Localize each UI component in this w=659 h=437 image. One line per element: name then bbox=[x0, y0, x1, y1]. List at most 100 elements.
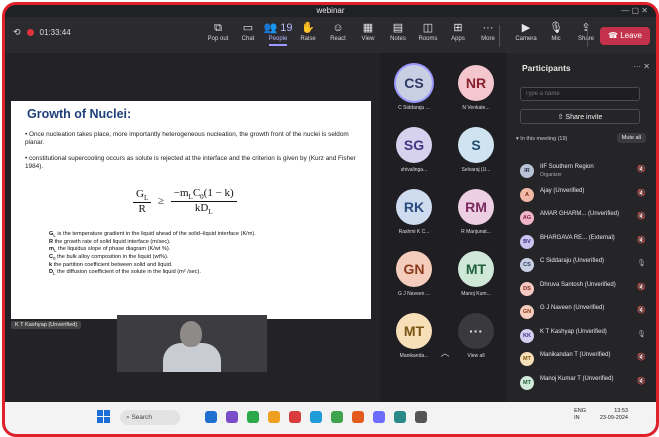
toolbar-chat-button[interactable]: ▭ Chat bbox=[231, 20, 265, 42]
presenter-video bbox=[117, 315, 267, 372]
avatar: MT bbox=[458, 251, 494, 287]
participant-name: Ajay (Unverified) bbox=[540, 187, 585, 194]
participant-name: IIF Southern Region bbox=[540, 164, 594, 170]
video-tile-name: N Venkate... bbox=[462, 105, 490, 111]
taskbar-app-icon[interactable] bbox=[247, 411, 259, 423]
toolbar-camera-button[interactable]: ▶ Camera bbox=[509, 20, 543, 42]
taskbar-app-icon[interactable] bbox=[394, 411, 406, 423]
participant-name: K T Kashyap (Unverified) bbox=[540, 328, 607, 335]
video-tile-name: Rashmi K C... bbox=[398, 229, 430, 235]
mic-muted-icon: 🔇 bbox=[637, 236, 646, 244]
toolbar-button-label: Camera bbox=[515, 36, 537, 42]
toolbar-button-label: Rooms bbox=[418, 36, 438, 42]
participant-search-input[interactable] bbox=[520, 87, 640, 101]
toolbar-apps-button[interactable]: ⊞ Apps bbox=[441, 20, 475, 42]
windows-start-icon[interactable] bbox=[97, 410, 111, 424]
participant-name: BHARGAVA RE... (External) bbox=[540, 234, 615, 241]
video-tile-name: G J Naveen ... bbox=[398, 291, 430, 297]
mic-on-icon: 🎙 bbox=[637, 330, 646, 338]
toolbar-react-button[interactable]: ☺ React bbox=[321, 20, 355, 42]
toolbar-notes-button[interactable]: ▤ Notes bbox=[381, 20, 415, 42]
taskbar-app-icon[interactable] bbox=[352, 411, 364, 423]
gallery-scroll-up-icon[interactable]: ︿ bbox=[390, 346, 500, 360]
taskbar-app-icon[interactable] bbox=[373, 411, 385, 423]
participant-row[interactable]: DS Dhruva Santosh (Unverified) 🔇 bbox=[520, 281, 652, 299]
avatar: NR bbox=[458, 65, 494, 101]
taskbar-app-icon[interactable] bbox=[310, 411, 322, 423]
participant-row[interactable]: GN G J Naveen (Unverified) 🔇 bbox=[520, 304, 652, 322]
participant-row[interactable]: AG AMAR GHARM... (Unverified) 🔇 bbox=[520, 210, 652, 228]
taskbar-app-icon[interactable] bbox=[268, 411, 280, 423]
participant-row[interactable]: BV BHARGAVA RE... (External) 🔇 bbox=[520, 234, 652, 252]
toolbar-view-button[interactable]: ▦ View bbox=[351, 20, 385, 42]
toolbar-share-button[interactable]: ⇪ Share bbox=[569, 20, 603, 42]
avatar: KK bbox=[520, 328, 534, 343]
language-indicator[interactable]: ENG IN bbox=[574, 408, 586, 422]
toolbar-button-label: Apps bbox=[451, 36, 465, 42]
participant-row[interactable]: IR IIF Southern Region Organizer 🔇 bbox=[520, 163, 652, 181]
participant-name: C Siddaraju (Unverified) bbox=[540, 258, 605, 264]
video-tile[interactable]: RM R Manjunat... bbox=[450, 183, 502, 245]
mic-muted-icon: 🔇 bbox=[637, 189, 646, 197]
toolbar-pop-out-button[interactable]: ⧉ Pop out bbox=[201, 20, 235, 42]
participant-row[interactable]: A Ajay (Unverified) 🔇 bbox=[520, 187, 652, 205]
panel-header-icons[interactable]: ··· ✕ bbox=[633, 62, 650, 71]
video-tile[interactable]: RK Rashmi K C... bbox=[388, 183, 440, 245]
window-controls[interactable]: — ▢ ✕ bbox=[621, 5, 648, 17]
taskbar-app-icon[interactable] bbox=[289, 411, 301, 423]
meeting-toolbar: ⟲ 01:33:44 ⧉ Pop out ▭ Chat 👥 19 People ✋ Raise… bbox=[5, 17, 656, 53]
participant-row[interactable]: KK K T Kashyap (Unverified) 🎙 bbox=[520, 328, 652, 346]
avatar: GN bbox=[520, 305, 534, 319]
clock-time: 13:53 bbox=[614, 408, 628, 414]
slide-bullet-2: • constitutional supercooling occurs as … bbox=[25, 155, 356, 170]
avatar: MT bbox=[520, 375, 534, 390]
participant-row[interactable]: MT Manoj Kumar T (Unverified) 🔇 bbox=[520, 375, 652, 393]
video-tile[interactable]: NR N Venkate... bbox=[450, 59, 502, 121]
avatar: ··· bbox=[458, 313, 494, 349]
toolbar-button-label: More bbox=[481, 36, 495, 42]
video-tile[interactable]: GN G J Naveen ... bbox=[388, 245, 440, 307]
mute-all-button[interactable]: Mute all bbox=[616, 133, 646, 143]
recording-dot-icon bbox=[26, 29, 34, 36]
share-icon: ⇪ bbox=[581, 22, 591, 34]
mic-muted-icon: 🔇 bbox=[637, 354, 646, 361]
taskbar-search[interactable]: ⌕ Search bbox=[120, 410, 180, 425]
participant-row[interactable]: MT Manikandan T (Unverified) 🔇 bbox=[520, 351, 652, 369]
toolbar-people-button[interactable]: 👥 19 People bbox=[261, 20, 295, 46]
taskbar-app-icon[interactable] bbox=[226, 411, 238, 423]
taskbar-app-icon[interactable] bbox=[205, 411, 217, 423]
definition-line: mL the liquidus slope of phase diagram (… bbox=[49, 246, 171, 254]
share-invite-button[interactable]: ⇧ Share invite bbox=[520, 109, 640, 124]
toolbar-rooms-button[interactable]: ◫ Rooms bbox=[411, 20, 445, 42]
toolbar-raise-button[interactable]: ✋ Raise bbox=[291, 20, 325, 42]
participants-title: Participants bbox=[522, 63, 571, 73]
taskbar-app-icon[interactable] bbox=[415, 411, 427, 423]
taskbar-app-icon[interactable] bbox=[331, 411, 343, 423]
apps-icon: ⊞ bbox=[453, 22, 463, 34]
participant-row[interactable]: CS C Siddaraju (Unverified) 🎙 bbox=[520, 257, 652, 275]
window-title: webinar bbox=[316, 6, 345, 15]
avatar: MT bbox=[520, 352, 534, 366]
video-tile[interactable]: MT Manoj Kum... bbox=[450, 245, 502, 307]
video-tile[interactable]: CS C Siddaraju ... bbox=[388, 59, 440, 121]
video-tile[interactable]: SG shivalinga... bbox=[388, 121, 440, 183]
participant-role: Organizer bbox=[540, 172, 562, 178]
leave-button[interactable]: ☎ Leave bbox=[600, 27, 650, 45]
toolbar-button-label: Pop out bbox=[207, 36, 229, 42]
definition-line: R the growth rate of solid liquid interf… bbox=[49, 239, 171, 246]
toolbar-separator bbox=[499, 25, 500, 47]
presenter-body bbox=[163, 343, 221, 372]
taskbar-clock[interactable]: 13:53 23-09-2024 bbox=[600, 408, 628, 422]
avatar: SG bbox=[396, 127, 432, 163]
mic-icon: 🎙 bbox=[549, 22, 563, 34]
video-tile[interactable]: S Selvaraj (U... bbox=[450, 121, 502, 183]
notes-icon: ▤ bbox=[392, 22, 404, 34]
meeting-timer: 01:33:44 bbox=[39, 28, 71, 37]
participant-name: Dhruva Santosh (Unverified) bbox=[540, 281, 616, 288]
back-icon[interactable]: ⟲ bbox=[13, 27, 21, 38]
toolbar-mic-button[interactable]: 🎙 Mic bbox=[539, 20, 573, 42]
participant-name: Manoj Kumar T (Unverified) bbox=[540, 375, 614, 382]
recording-indicator: ⟲ 01:33:44 bbox=[13, 27, 71, 38]
in-meeting-section-toggle[interactable]: ▾ In this meeting (19) bbox=[516, 136, 567, 142]
participants-panel: Participants ··· ✕ ⇧ Share invite ▾ In t… bbox=[506, 53, 656, 402]
